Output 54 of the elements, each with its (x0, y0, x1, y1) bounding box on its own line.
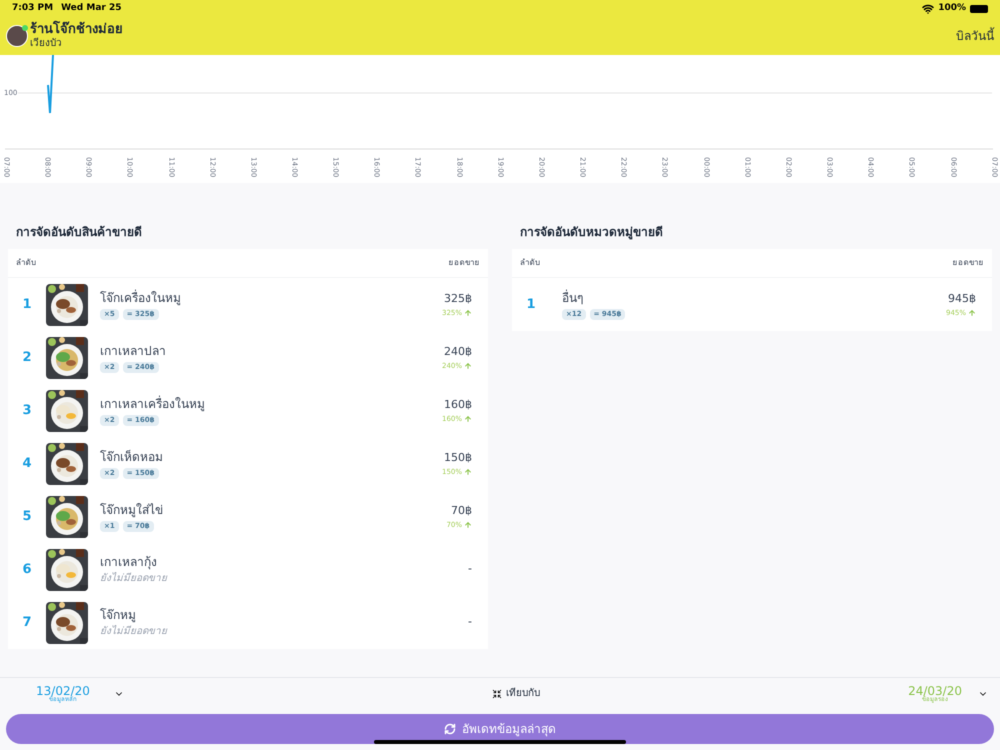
rank-number: 1 (21, 296, 33, 314)
shrink-icon (492, 688, 502, 698)
rank-number: 3 (21, 402, 33, 420)
item-name: อื่นๆ (562, 289, 583, 308)
arrow-up-icon (464, 468, 472, 476)
shop-name: ร้านโจ๊กช้างม่อย (30, 22, 123, 38)
column-header: ลำดับ (16, 257, 36, 269)
refresh-icon (444, 723, 456, 735)
item-name: เกาเหลากุ้ง (100, 554, 157, 571)
item-name: โจ๊กเครื่องในหมู (100, 289, 181, 308)
rank-number: 7 (21, 614, 33, 632)
rank-number: 5 (21, 508, 33, 526)
secondary-date[interactable]: 24/03/20 (908, 684, 962, 696)
sales-amount: 70฿ (451, 503, 472, 519)
sales-amount: - (468, 561, 472, 578)
rank-number: 4 (21, 454, 33, 473)
arrow-up-icon (464, 362, 472, 370)
arrow-up-icon (464, 520, 472, 529)
sales-amount: 945฿ (948, 291, 976, 307)
primary-date[interactable]: 13/02/20 (36, 684, 90, 696)
item-name: เกาเหลาปลา (100, 343, 166, 360)
item-name: เกาเหลาเครื่องในหมู (100, 395, 205, 414)
sales-amount: 160฿ (444, 397, 472, 413)
chart-line (47, 55, 54, 114)
item-name: โจ๊กหมูใส่ไข่ (100, 502, 163, 520)
column-header: ยอดขาย (448, 257, 480, 269)
sales-amount: - (468, 614, 472, 630)
arrow-up-icon (464, 308, 472, 317)
compare-label: เทียบกับ (506, 686, 540, 701)
wifi-icon (922, 2, 934, 14)
no-sales-note: ยังไม่มียอดขาย (100, 571, 167, 586)
arrow-up-icon (968, 308, 976, 317)
section-title: การจัดอันดับสินค้าขายดี (15, 224, 143, 241)
item-name: โจ๊กหมู (100, 607, 136, 624)
sales-amount: 150฿ (444, 450, 472, 466)
update-button[interactable]: อัพเดทข้อมูลล่าสุด (6, 714, 994, 744)
battery-icon (970, 4, 988, 12)
rank-number: 1 (525, 296, 537, 314)
section-title: การจัดอันดับหมวดหมู่ขายดี (519, 224, 664, 242)
no-sales-note: ยังไม่มียอดขาย (100, 624, 167, 639)
sales-amount: 240฿ (444, 344, 472, 360)
column-header: ลำดับ (520, 257, 540, 269)
today-bills-button[interactable]: บิลวันนี้ (956, 27, 994, 45)
sales-amount: 325฿ (444, 291, 472, 307)
item-name: โจ๊กเห็ดหอม (100, 448, 163, 466)
arrow-up-icon (464, 414, 472, 423)
status-time: 7:03 PM (12, 2, 54, 15)
rank-number: 2 (21, 348, 33, 367)
battery-percent: 100% (938, 2, 966, 15)
branch-name: เวียงบัว (30, 38, 63, 50)
avatar[interactable] (6, 25, 28, 47)
status-date: Wed Mar 25 (61, 2, 122, 15)
column-header: ยอดขาย (952, 257, 984, 269)
rank-number: 6 (21, 560, 33, 579)
